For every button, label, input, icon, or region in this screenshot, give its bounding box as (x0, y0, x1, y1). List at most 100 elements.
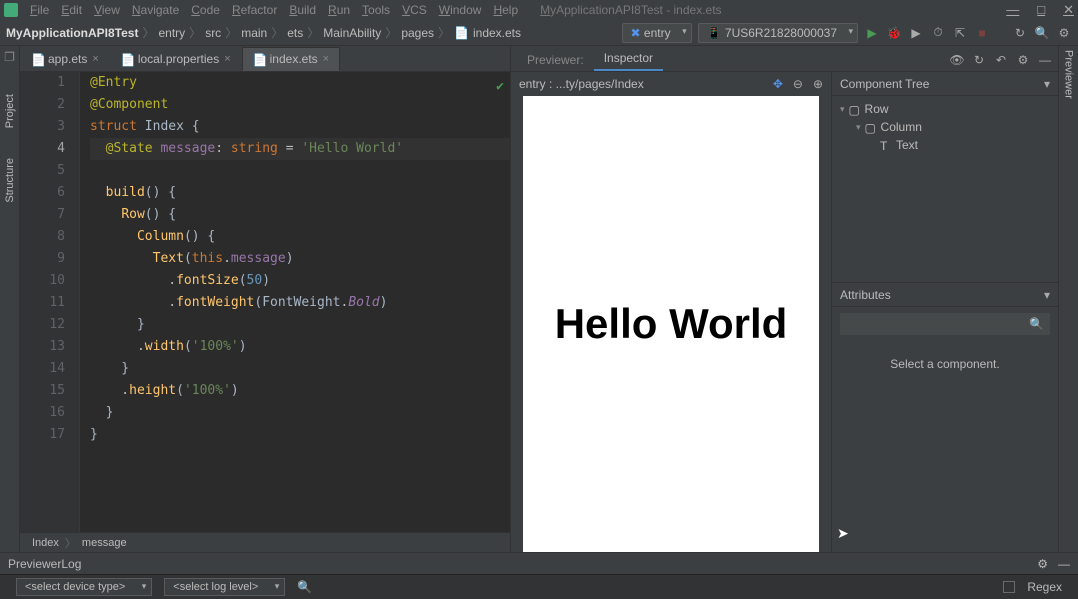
tab-index-ets[interactable]: 📄index.ets× (242, 47, 340, 71)
stop-icon[interactable]: ■ (974, 25, 990, 41)
run-module-dropdown[interactable]: ✖ entry (622, 23, 692, 43)
regex-checkbox[interactable] (1003, 581, 1015, 593)
zoom-in-icon[interactable]: ⊕ (813, 77, 823, 91)
close-icon[interactable]: × (224, 53, 230, 65)
visibility-icon[interactable]: 👁 (950, 53, 964, 67)
menu-navigate[interactable]: Navigate (132, 3, 179, 17)
minimize-icon[interactable]: — (1006, 2, 1019, 18)
menu-edit[interactable]: Edit (61, 3, 82, 17)
breadcrumb-mainability[interactable]: MainAbility (323, 26, 381, 40)
run-icon[interactable]: ▶ (864, 25, 880, 41)
device-dropdown[interactable]: 📱 7US6R21828000037 (698, 23, 858, 43)
text-icon: T (880, 139, 892, 151)
menu-bar: File Edit View Navigate Code Refactor Bu… (0, 0, 1078, 20)
struct-crumb[interactable]: Index (32, 537, 59, 549)
attributes-panel: Attributes▾ 🔍 Select a component. (832, 282, 1058, 552)
member-crumb[interactable]: message (82, 537, 127, 549)
attributes-empty-text: Select a component. (832, 341, 1058, 371)
breadcrumb-pages[interactable]: pages (401, 26, 434, 40)
code-text[interactable]: @Entry @Component struct Index { @State … (80, 72, 510, 532)
menu-view[interactable]: View (94, 3, 120, 17)
ets-file-icon: 📄 (31, 53, 43, 65)
line-gutter: 123 456 789 101112 131415 1617 (20, 72, 80, 532)
app-icon (4, 3, 18, 17)
breadcrumb-src[interactable]: src (205, 26, 221, 40)
close-icon[interactable]: × (92, 53, 98, 65)
breadcrumb-main[interactable]: main (241, 26, 267, 40)
menu-run[interactable]: Run (328, 3, 350, 17)
menu-code[interactable]: Code (191, 3, 220, 17)
tab-local-properties[interactable]: 📄local.properties× (110, 47, 242, 71)
menu-help[interactable]: Help (493, 3, 518, 17)
preview-canvas-area: entry : ...ty/pages/Index ✥ ⊖ ⊕ Hello Wo… (511, 72, 831, 552)
bottom-tool-bar: PreviewerLog ⚙ — (0, 552, 1078, 574)
tree-node-text[interactable]: TText (836, 136, 1054, 154)
inspector-tab[interactable]: Inspector (594, 47, 663, 71)
previewer-tab[interactable]: Previewer: (517, 49, 594, 71)
navigation-toolbar: MyApplicationAPI8Test 〉entry 〉src 〉main … (0, 20, 1078, 46)
debug-icon[interactable]: 🐞 (886, 25, 902, 41)
menu-vcs[interactable]: VCS (402, 3, 427, 17)
structure-tool-label[interactable]: Structure (4, 158, 16, 203)
settings-icon[interactable]: ⚙ (1056, 25, 1072, 41)
attach-icon[interactable]: ⇱ (952, 25, 968, 41)
left-tool-strip: ❐ Project Structure (0, 46, 20, 552)
editor-breadcrumb: Index 〉 message (20, 532, 510, 552)
sync-icon[interactable]: ↻ (1012, 25, 1028, 41)
minimize-tool-icon[interactable]: — (1038, 53, 1052, 67)
log-level-dropdown[interactable]: <select log level> (164, 578, 285, 596)
refresh-icon[interactable]: ↻ (972, 53, 986, 67)
breadcrumb-entry[interactable]: entry (158, 26, 185, 40)
editor-tabs: 📄app.ets× 📄local.properties× 📄index.ets× (20, 46, 510, 72)
minimize-tool-icon[interactable]: — (1058, 557, 1070, 571)
close-icon[interactable]: ✕ (1063, 2, 1074, 18)
window-title-suffix: MyApplicationAPI8Test - index.ets (540, 3, 721, 17)
previewer-tool-label[interactable]: Previewer (1063, 50, 1075, 99)
attributes-header: Attributes▾ (832, 283, 1058, 307)
tree-node-column[interactable]: ▾▢Column (836, 118, 1054, 136)
component-tree[interactable]: ▾▢Row ▾▢Column TText (832, 96, 1058, 282)
preview-tabs: Previewer: Inspector 👁 ↻ ↶ ⚙ — (511, 46, 1058, 72)
search-icon[interactable]: 🔍 (1034, 25, 1050, 41)
coverage-icon[interactable]: ▶ (908, 25, 924, 41)
zoom-out-icon[interactable]: ⊖ (793, 77, 803, 91)
chevron-down-icon[interactable]: ▾ (1044, 288, 1050, 302)
menu-file[interactable]: File (30, 3, 49, 17)
log-device-dropdown[interactable]: <select device type> (16, 578, 152, 596)
search-icon[interactable]: 🔍 (1029, 317, 1044, 331)
menu-refactor[interactable]: Refactor (232, 3, 277, 17)
code-editor[interactable]: ✔ 123 456 789 101112 131415 1617 @Entry … (20, 72, 510, 532)
profile-icon[interactable]: ⏱ (930, 25, 946, 41)
project-tool-icon[interactable]: ❐ (4, 50, 15, 64)
gear-icon[interactable]: ⚙ (1037, 557, 1048, 571)
device-preview[interactable]: Hello World (523, 96, 819, 552)
menu-window[interactable]: Window (439, 3, 482, 17)
previewer-log-tab[interactable]: PreviewerLog (8, 557, 81, 571)
back-icon[interactable]: ↶ (994, 53, 1008, 67)
container-icon: ▢ (865, 121, 877, 133)
log-toolbar: <select device type> <select log level> … (0, 574, 1078, 599)
project-tool-label[interactable]: Project (4, 94, 16, 128)
preview-path: entry : ...ty/pages/Index (519, 77, 644, 91)
attributes-search[interactable]: 🔍 (840, 313, 1050, 335)
breadcrumb-ets[interactable]: ets (287, 26, 303, 40)
breadcrumb-root[interactable]: MyApplicationAPI8Test (6, 26, 138, 40)
container-icon: ▢ (849, 103, 861, 115)
gear-icon[interactable]: ⚙ (1016, 53, 1030, 67)
move-icon[interactable]: ✥ (773, 77, 783, 91)
log-search-icon[interactable]: 🔍 (297, 580, 312, 594)
preview-text: Hello World (555, 300, 788, 348)
menu-build[interactable]: Build (289, 3, 316, 17)
chevron-down-icon[interactable]: ▾ (1044, 77, 1050, 91)
breadcrumb-file[interactable]: index.ets (473, 26, 521, 40)
properties-file-icon: 📄 (121, 53, 133, 65)
maximize-icon[interactable]: □ (1037, 2, 1045, 18)
close-icon[interactable]: × (323, 53, 329, 65)
breadcrumb: MyApplicationAPI8Test 〉entry 〉src 〉main … (0, 24, 527, 41)
regex-label: Regex (1027, 580, 1062, 594)
tree-node-row[interactable]: ▾▢Row (836, 100, 1054, 118)
component-tree-header: Component Tree▾ (832, 72, 1058, 96)
tab-app-ets[interactable]: 📄app.ets× (20, 47, 110, 71)
menu-tools[interactable]: Tools (362, 3, 390, 17)
right-tool-strip: Previewer (1058, 46, 1078, 552)
